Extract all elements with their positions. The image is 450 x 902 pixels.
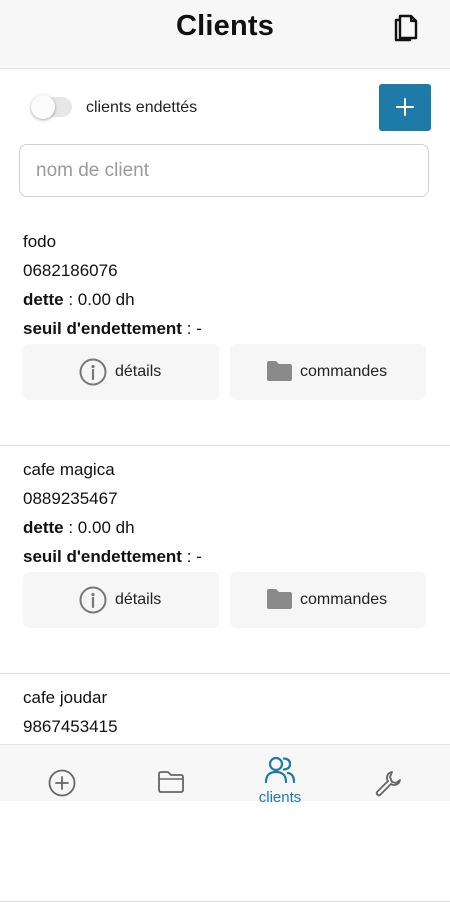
threshold-label: seuil d'endettement	[23, 547, 182, 566]
toggle-label: clients endettés	[86, 99, 198, 116]
threshold-label: seuil d'endettement	[23, 319, 182, 338]
orders-button[interactable]: commandes	[230, 344, 426, 400]
orders-label: commandes	[300, 591, 388, 608]
plus-icon	[396, 98, 414, 116]
client-phone: 0682186076	[23, 261, 118, 280]
client-name: fodo	[23, 232, 57, 251]
details-button[interactable]: détails	[23, 344, 219, 400]
add-client-button[interactable]	[379, 84, 431, 131]
nav-clients[interactable]: clients	[224, 745, 336, 806]
bottom-nav: clients	[0, 744, 450, 806]
details-button[interactable]: détails	[23, 572, 219, 628]
client-card: cafe magica 0889235467 dette : 0.00 dh s…	[0, 446, 450, 674]
client-threshold: seuil d'endettement : -	[23, 319, 202, 339]
plus-circle-icon	[48, 769, 76, 797]
app-header: Clients	[0, 0, 450, 69]
client-threshold: seuil d'endettement : -	[23, 547, 202, 567]
client-phone: 0889235467	[23, 489, 118, 508]
debt-value: : 0.00 dh	[68, 290, 135, 309]
toggle-knob	[31, 95, 55, 119]
copy-button[interactable]	[390, 10, 422, 44]
users-icon	[264, 756, 296, 784]
details-label: détails	[115, 591, 162, 608]
nav-settings[interactable]	[334, 745, 446, 801]
wrench-icon	[375, 771, 401, 797]
client-phone: 9867453415	[23, 717, 118, 736]
copy-icon	[394, 14, 418, 42]
debt-value: : 0.00 dh	[68, 518, 135, 537]
client-name: cafe magica	[23, 460, 115, 479]
client-search-input[interactable]	[19, 144, 429, 197]
client-card: fodo 0682186076 dette : 0.00 dh seuil d'…	[0, 218, 450, 446]
nav-clients-label: clients	[258, 789, 302, 806]
page-title: Clients	[175, 10, 275, 42]
indebted-clients-toggle[interactable]	[31, 95, 72, 119]
threshold-value: : -	[186, 547, 202, 566]
client-name: cafe joudar	[23, 688, 108, 707]
nav-orders[interactable]	[114, 745, 226, 801]
info-icon	[79, 358, 107, 386]
orders-label: commandes	[300, 363, 388, 380]
info-icon	[79, 586, 107, 614]
threshold-value: : -	[186, 319, 202, 338]
debt-label: dette	[23, 290, 64, 309]
client-debt: dette : 0.00 dh	[23, 290, 135, 310]
details-label: détails	[115, 363, 162, 380]
nav-add[interactable]	[6, 745, 118, 801]
orders-button[interactable]: commandes	[230, 572, 426, 628]
debt-label: dette	[23, 518, 64, 537]
client-debt: dette : 0.00 dh	[23, 518, 135, 538]
folder-icon	[267, 361, 292, 381]
folder-icon	[267, 589, 292, 609]
folder-icon	[158, 771, 184, 793]
filter-row: clients endettés	[0, 84, 450, 132]
